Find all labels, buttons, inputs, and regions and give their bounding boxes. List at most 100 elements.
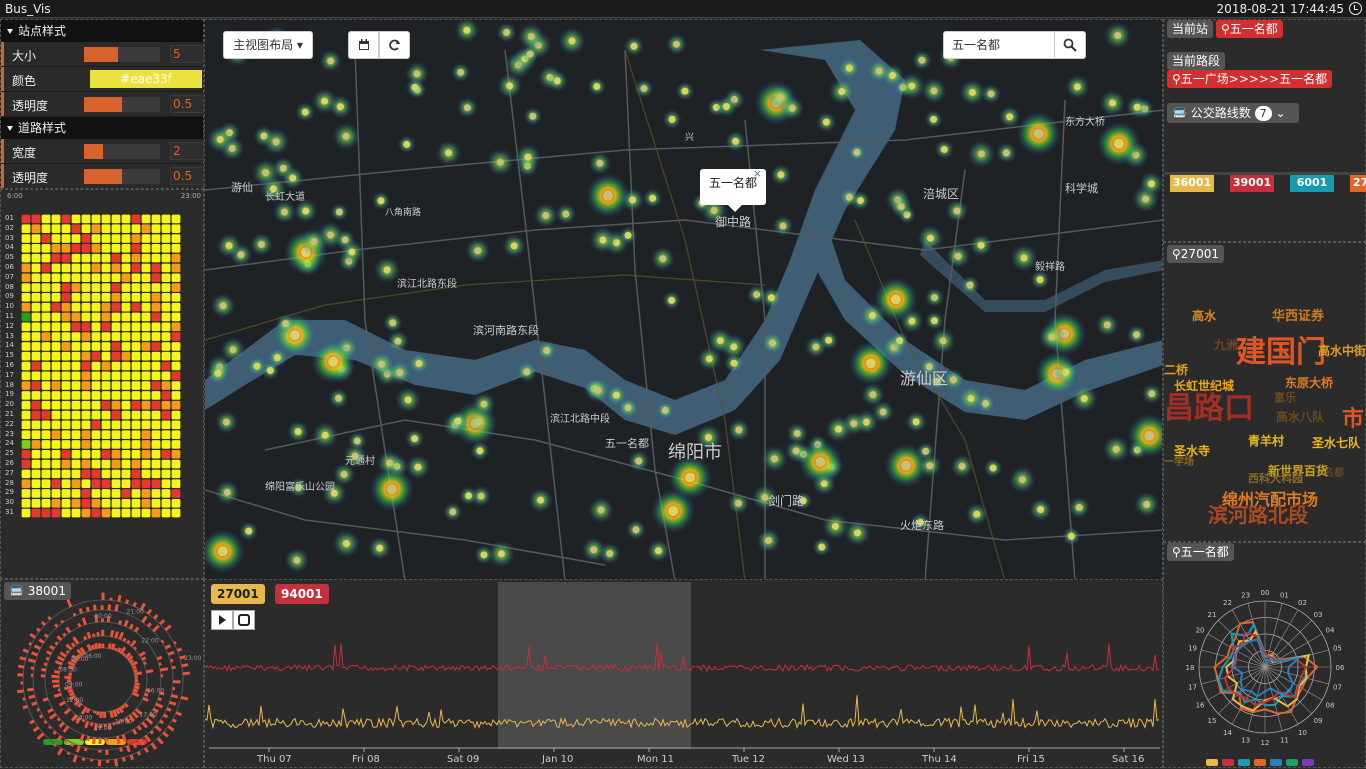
calendar-cell[interactable] bbox=[112, 224, 121, 233]
calendar-cell[interactable] bbox=[152, 401, 161, 410]
calendar-cell[interactable] bbox=[52, 234, 61, 243]
calendar-cell[interactable] bbox=[172, 293, 181, 302]
calendar-cell[interactable] bbox=[62, 460, 71, 469]
bus-stop[interactable] bbox=[337, 103, 344, 110]
calendar-cell[interactable] bbox=[22, 489, 31, 498]
calendar-cell[interactable] bbox=[122, 411, 131, 420]
station-style-header[interactable]: 站点样式 bbox=[1, 20, 203, 42]
bus-stop[interactable] bbox=[723, 103, 730, 110]
calendar-cell[interactable] bbox=[122, 499, 131, 508]
calendar-cell[interactable] bbox=[72, 254, 81, 263]
calendar-cell[interactable] bbox=[42, 372, 51, 381]
bus-stop[interactable] bbox=[896, 337, 903, 344]
calendar-cell[interactable] bbox=[52, 509, 61, 518]
calendar-cell[interactable] bbox=[132, 244, 141, 253]
calendar-cell[interactable] bbox=[132, 440, 141, 449]
bus-stop[interactable] bbox=[931, 317, 938, 324]
bus-stop[interactable] bbox=[990, 464, 997, 471]
calendar-cell[interactable] bbox=[152, 283, 161, 292]
calendar-cell[interactable] bbox=[62, 293, 71, 302]
bus-line-badge[interactable]: 39001 bbox=[1230, 174, 1274, 192]
calendar-cell[interactable] bbox=[32, 254, 41, 263]
calendar-cell[interactable] bbox=[92, 470, 101, 479]
calendar-cell[interactable] bbox=[42, 460, 51, 469]
calendar-cell[interactable] bbox=[42, 401, 51, 410]
calendar-cell[interactable] bbox=[122, 479, 131, 488]
bus-stop[interactable] bbox=[1068, 533, 1075, 540]
bus-stop[interactable] bbox=[455, 417, 462, 424]
calendar-cell[interactable] bbox=[82, 293, 91, 302]
calendar-cell[interactable] bbox=[172, 224, 181, 233]
calendar-cell[interactable] bbox=[22, 283, 31, 292]
bus-stop[interactable] bbox=[1020, 254, 1027, 261]
bus-line-badge[interactable]: 6001 bbox=[1290, 174, 1334, 192]
bus-stop[interactable] bbox=[941, 146, 948, 153]
calendar-cell[interactable] bbox=[102, 479, 111, 488]
calendar-cell[interactable] bbox=[122, 283, 131, 292]
calendar-cell[interactable] bbox=[172, 264, 181, 273]
calendar-cell[interactable] bbox=[82, 264, 91, 273]
calendar-cell[interactable] bbox=[132, 224, 141, 233]
bus-stop[interactable] bbox=[1037, 276, 1044, 283]
calendar-cell[interactable] bbox=[82, 234, 91, 243]
calendar-cell[interactable] bbox=[122, 322, 131, 331]
calendar-cell[interactable] bbox=[102, 489, 111, 498]
calendar-cell[interactable] bbox=[72, 470, 81, 479]
calendar-cell[interactable] bbox=[172, 303, 181, 312]
calendar-cell[interactable] bbox=[102, 303, 111, 312]
calendar-cell[interactable] bbox=[132, 313, 141, 322]
calendar-cell[interactable] bbox=[122, 372, 131, 381]
calendar-cell[interactable] bbox=[22, 362, 31, 371]
calendar-cell[interactable] bbox=[72, 372, 81, 381]
calendar-cell[interactable] bbox=[172, 313, 181, 322]
bus-stop[interactable] bbox=[768, 294, 775, 301]
calendar-cell[interactable] bbox=[112, 401, 121, 410]
calendar-cell[interactable] bbox=[162, 499, 171, 508]
bus-stop[interactable] bbox=[854, 529, 861, 536]
bus-stop[interactable] bbox=[908, 83, 915, 90]
calendar-cell[interactable] bbox=[62, 264, 71, 273]
bus-stop[interactable] bbox=[378, 361, 385, 368]
cloud-word[interactable]: 一学场 bbox=[1164, 453, 1194, 468]
calendar-cell[interactable] bbox=[22, 391, 31, 400]
calendar-cell[interactable] bbox=[152, 411, 161, 420]
calendar-cell[interactable] bbox=[82, 411, 91, 420]
bus-stop[interactable] bbox=[853, 149, 860, 156]
calendar-cell[interactable] bbox=[92, 411, 101, 420]
calendar-cell[interactable] bbox=[102, 234, 111, 243]
calendar-cell[interactable] bbox=[132, 303, 141, 312]
calendar-cell[interactable] bbox=[92, 352, 101, 361]
calendar-cell[interactable] bbox=[162, 264, 171, 273]
calendar-cell[interactable] bbox=[42, 303, 51, 312]
bus-stop[interactable] bbox=[1074, 83, 1081, 90]
calendar-cell[interactable] bbox=[162, 372, 171, 381]
bus-stop[interactable] bbox=[978, 242, 985, 249]
bus-stop[interactable] bbox=[955, 253, 962, 260]
cloud-word[interactable]: 滨河路北段 bbox=[1208, 499, 1308, 528]
calendar-cell[interactable] bbox=[32, 293, 41, 302]
calendar-cell[interactable] bbox=[92, 362, 101, 371]
calendar-cell[interactable] bbox=[62, 362, 71, 371]
calendar-cell[interactable] bbox=[142, 352, 151, 361]
calendar-cell[interactable] bbox=[42, 283, 51, 292]
bus-stop[interactable] bbox=[414, 464, 421, 471]
calendar-cell[interactable] bbox=[82, 342, 91, 351]
calendar-cell[interactable] bbox=[42, 381, 51, 390]
calendar-cell[interactable] bbox=[142, 273, 151, 282]
bus-stop[interactable] bbox=[838, 88, 845, 95]
calendar-cell[interactable] bbox=[172, 430, 181, 439]
calendar-cell[interactable] bbox=[112, 440, 121, 449]
bus-stop[interactable] bbox=[590, 546, 597, 553]
bus-stop[interactable] bbox=[554, 77, 561, 84]
calendar-cell[interactable] bbox=[152, 293, 161, 302]
bus-stop[interactable] bbox=[633, 526, 640, 533]
bus-stop[interactable] bbox=[445, 149, 452, 156]
cloud-word[interactable]: 圣水七队 bbox=[1312, 434, 1360, 451]
bus-stop[interactable] bbox=[1114, 32, 1121, 39]
calendar-cell[interactable] bbox=[52, 460, 61, 469]
calendar-cell[interactable] bbox=[52, 244, 61, 253]
calendar-cell[interactable] bbox=[152, 421, 161, 430]
calendar-cell[interactable] bbox=[102, 264, 111, 273]
calendar-cell[interactable] bbox=[72, 479, 81, 488]
cloud-word[interactable]: 富乐 bbox=[1274, 389, 1296, 405]
